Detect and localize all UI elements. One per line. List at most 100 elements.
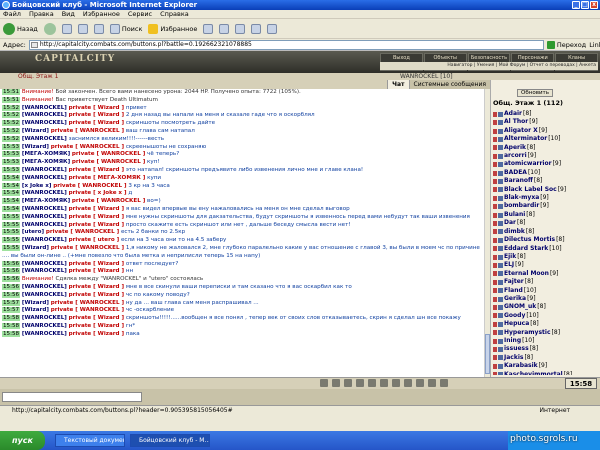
user-list-item[interactable]: atomicwarrior [9] <box>493 160 597 168</box>
private-recipient[interactable]: private [ Wizard ] <box>69 268 124 274</box>
user-name[interactable]: Ining <box>504 337 521 345</box>
user-name[interactable]: Bulani <box>504 211 525 219</box>
edit-icon[interactable] <box>251 23 262 34</box>
maximize-button[interactable]: □ <box>581 1 589 9</box>
user-list-item[interactable]: Fland [10] <box>493 287 597 295</box>
chat-sender[interactable]: [WANROCKEL] <box>22 292 67 298</box>
chat-timestamp[interactable]: 15:54 <box>2 198 21 205</box>
private-recipient[interactable]: private [ Wizard ] <box>69 120 124 126</box>
chat-timestamp[interactable]: 15:55 <box>2 244 21 251</box>
private-recipient[interactable]: private [ WANROCKEL ] <box>51 307 124 313</box>
user-name[interactable]: Fland <box>504 287 523 295</box>
home-icon[interactable] <box>93 23 104 34</box>
stop-icon[interactable] <box>61 23 72 34</box>
user-name[interactable]: Eternal Moon <box>504 270 549 278</box>
private-recipient[interactable]: private [ Wizard ] <box>69 331 124 337</box>
chat-timestamp[interactable]: 15:55 <box>2 237 21 244</box>
chat-sender[interactable]: [WANROCKEL] <box>22 237 67 243</box>
private-message-icon[interactable] <box>493 111 497 117</box>
private-message-icon[interactable] <box>493 153 497 159</box>
chat-sender[interactable]: [WANROCKEL] <box>22 175 67 181</box>
user-list-item[interactable]: Jackis [8] <box>493 354 597 362</box>
chat-timestamp[interactable]: 15:55 <box>2 221 21 228</box>
refresh-button[interactable]: Обновить <box>517 89 553 97</box>
task-browser[interactable]: Бойцовский клуб - М... <box>130 434 210 447</box>
chat-timestamp[interactable]: 15:56 <box>2 268 21 275</box>
chat-sender[interactable]: [Wizard] <box>22 245 49 251</box>
chat-sender[interactable]: [Wizard] <box>22 128 49 134</box>
chat-timestamp[interactable]: 15:55 <box>2 213 21 220</box>
private-recipient[interactable]: private [ WANROCKEL ] <box>51 245 124 251</box>
user-name[interactable]: Ejik <box>504 253 516 261</box>
chat-timestamp[interactable]: 15:52 <box>2 120 21 127</box>
user-name[interactable]: Aperik <box>504 144 526 152</box>
user-list-item[interactable]: Ining [10] <box>493 337 597 345</box>
favorites-button[interactable]: Избранное <box>148 23 197 34</box>
mail-icon[interactable] <box>219 23 230 34</box>
private-recipient[interactable]: private [ Wizard ] <box>69 167 124 173</box>
friends-icon[interactable] <box>392 379 400 387</box>
user-list-item[interactable]: arcorri [9] <box>493 152 597 160</box>
chat-timestamp[interactable]: 15:58 <box>2 315 21 322</box>
discuss-icon[interactable] <box>267 23 278 34</box>
private-message-icon[interactable] <box>493 170 497 176</box>
user-name[interactable]: Black Label Soc <box>504 186 557 194</box>
private-message-icon[interactable] <box>493 195 497 201</box>
chat-sender[interactable]: [WANROCKEL] <box>22 105 67 111</box>
chat-sender[interactable]: [WANROCKEL] <box>22 222 67 228</box>
user-name[interactable]: Kascheyimmortal <box>504 371 563 375</box>
user-name[interactable]: Eddard Stark <box>504 245 548 253</box>
chat-timestamp[interactable]: 15:57 <box>2 307 21 314</box>
chat-timestamp[interactable]: 15:58 <box>2 322 21 329</box>
chat-timestamp[interactable]: 15:53 <box>2 166 21 173</box>
chat-sender[interactable]: [Wizard] <box>22 144 49 150</box>
close-button[interactable]: x <box>590 1 598 9</box>
map-icon[interactable] <box>416 379 424 387</box>
chat-timestamp[interactable]: 15:54 <box>2 190 21 197</box>
user-list-item[interactable]: Ejik [8] <box>493 253 597 261</box>
user-list-item[interactable]: Al Thor [9] <box>493 118 597 126</box>
user-name[interactable]: Adair <box>504 110 522 118</box>
private-recipient[interactable]: private [ WANROCKEL ] <box>51 300 124 306</box>
menu-help[interactable]: Справка <box>160 10 189 18</box>
chat-timestamp[interactable]: 15:54 <box>2 182 21 189</box>
chat-timestamp[interactable]: 15:56 <box>2 283 21 290</box>
links-label[interactable]: Links <box>589 41 600 49</box>
user-list-item[interactable]: Dilectus Mortis [8] <box>493 236 597 244</box>
user-name[interactable]: bombardir <box>504 202 539 210</box>
user-list-item[interactable]: dimbk [8] <box>493 228 597 236</box>
private-message-icon[interactable] <box>493 347 497 353</box>
chat-timestamp[interactable]: 15:52 <box>2 112 21 119</box>
user-list-item[interactable]: Goody [10] <box>493 312 597 320</box>
private-message-icon[interactable] <box>493 237 497 243</box>
private-recipient[interactable]: private [ Wizard ] <box>69 222 124 228</box>
task-notepad[interactable]: Текстовый докумен... <box>55 434 125 447</box>
user-list-item[interactable]: Gerika [9] <box>493 295 597 303</box>
private-recipient[interactable]: private [ Wizard ] <box>69 261 124 267</box>
chat-timestamp[interactable]: 15:53 <box>2 143 21 150</box>
private-recipient[interactable]: private [ Wizard ] <box>69 112 124 118</box>
filter-icon[interactable] <box>344 379 352 387</box>
refresh-icon[interactable] <box>77 23 88 34</box>
private-recipient[interactable]: private [ utero ] <box>69 237 120 243</box>
private-message-icon[interactable] <box>493 321 497 327</box>
private-message-icon[interactable] <box>493 313 497 319</box>
chat-sender[interactable]: [utero] <box>22 229 44 235</box>
chat-sender[interactable]: [WANROCKEL] <box>22 120 67 126</box>
user-name[interactable]: dimbk <box>504 228 525 236</box>
private-message-icon[interactable] <box>493 178 497 184</box>
user-name[interactable]: Alterminator <box>504 135 547 143</box>
user-name[interactable]: Blak-myxa <box>504 194 539 202</box>
user-name[interactable]: Dar <box>504 219 516 227</box>
private-message-icon[interactable] <box>493 363 497 369</box>
private-recipient[interactable]: private [ Wizard ] <box>69 292 124 298</box>
user-list-item[interactable]: ELJ [9] <box>493 261 597 269</box>
tab-chat[interactable]: Чат <box>387 80 409 89</box>
start-button[interactable]: пуск <box>0 431 45 450</box>
private-message-icon[interactable] <box>493 288 497 294</box>
user-list-item[interactable]: Adair [8] <box>493 110 597 118</box>
chat-sender[interactable]: [WANROCKEL] <box>22 284 67 290</box>
chat-sender[interactable]: [WANROCKEL] <box>22 206 67 212</box>
private-recipient[interactable]: private [ x Joke x ] <box>69 190 127 196</box>
user-name[interactable]: BADEA <box>504 169 527 177</box>
